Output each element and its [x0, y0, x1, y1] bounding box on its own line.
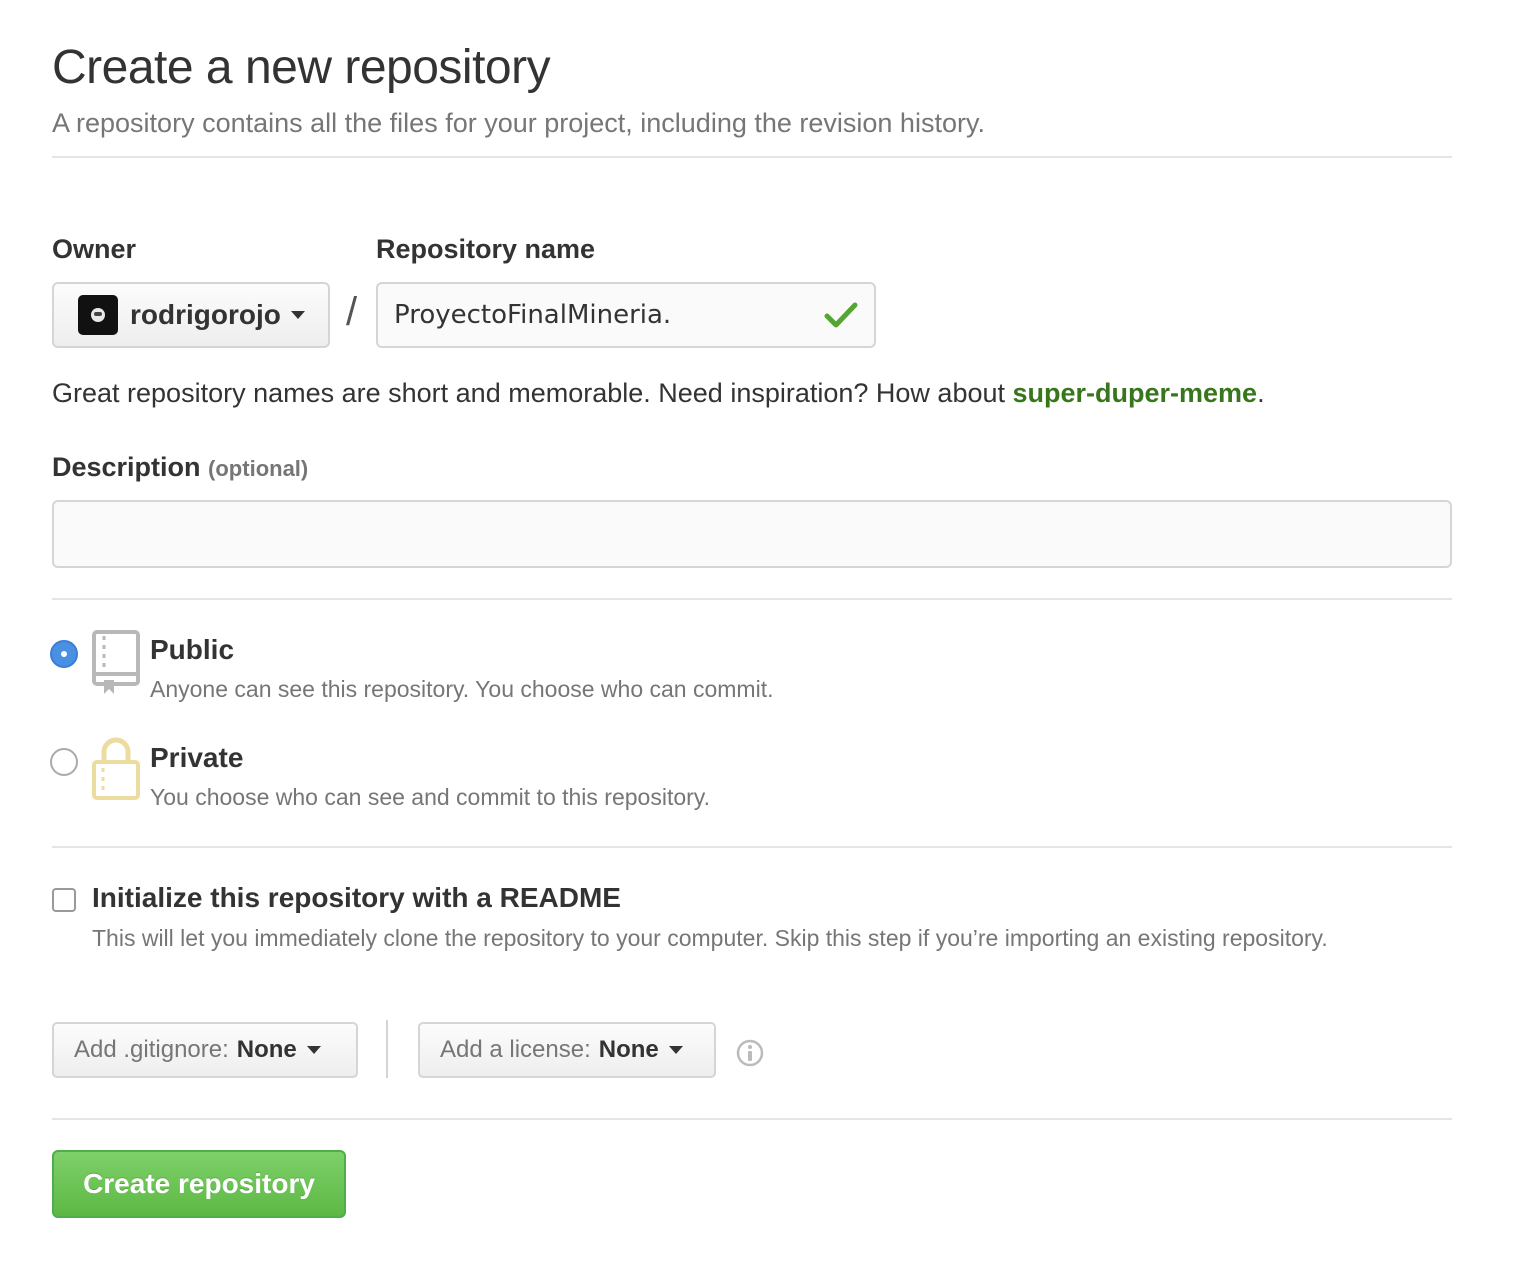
- hint-text: Great repository names are short and mem…: [52, 378, 1013, 408]
- public-description: Anyone can see this repository. You choo…: [150, 676, 774, 702]
- public-title: Public: [150, 634, 235, 665]
- owner-name: rodrigorojo: [130, 299, 281, 330]
- private-radio[interactable]: [50, 748, 78, 776]
- gitignore-label: Add .gitignore:: [74, 1036, 229, 1063]
- readme-checkbox[interactable]: [52, 888, 76, 912]
- readme-title: Initialize this repository with a README: [92, 882, 621, 913]
- name-suggestion-link[interactable]: super-duper-meme: [1013, 378, 1258, 408]
- public-radio[interactable]: [50, 640, 78, 668]
- owner-avatar: [78, 295, 118, 335]
- readme-description: This will let you immediately clone the …: [92, 925, 1328, 951]
- lock-icon: [92, 737, 140, 800]
- repo-name-input[interactable]: [376, 282, 876, 348]
- repo-name-label: Repository name: [376, 234, 596, 264]
- vertical-divider: [386, 1020, 388, 1078]
- license-label: Add a license:: [440, 1036, 591, 1063]
- license-value: None: [598, 1036, 659, 1063]
- owner-repo-separator: /: [346, 290, 358, 334]
- repo-book-icon: [92, 630, 140, 694]
- description-input[interactable]: [52, 500, 1452, 568]
- optional-note: (optional): [208, 456, 309, 481]
- hint-end: .: [1257, 378, 1265, 408]
- chevron-down-icon: [290, 311, 305, 319]
- private-description: You choose who can see and commit to thi…: [150, 784, 710, 810]
- owner-select-button[interactable]: rodrigorojo: [52, 282, 330, 348]
- owner-label: Owner: [52, 234, 137, 264]
- divider: [52, 156, 1452, 158]
- gitignore-select-button[interactable]: Add .gitignore: None: [52, 1022, 358, 1078]
- chevron-down-icon: [306, 1046, 321, 1054]
- description-label-text: Description: [52, 452, 201, 482]
- divider: [52, 1118, 1452, 1120]
- info-icon[interactable]: [736, 1039, 764, 1067]
- page-title: Create a new repository: [52, 41, 551, 94]
- divider: [52, 846, 1452, 848]
- check-icon: [824, 302, 858, 328]
- create-repository-page: Create a new repository A repository con…: [50, 0, 1452, 1272]
- description-label: Description (optional): [52, 452, 308, 483]
- private-title: Private: [150, 742, 244, 773]
- repo-name-hint: Great repository names are short and mem…: [52, 378, 1265, 409]
- divider: [52, 598, 1452, 600]
- gitignore-value: None: [236, 1036, 297, 1063]
- create-repository-button[interactable]: Create repository: [52, 1150, 346, 1218]
- license-select-button[interactable]: Add a license: None: [418, 1022, 716, 1078]
- page-subtitle: A repository contains all the files for …: [52, 108, 985, 138]
- chevron-down-icon: [668, 1046, 683, 1054]
